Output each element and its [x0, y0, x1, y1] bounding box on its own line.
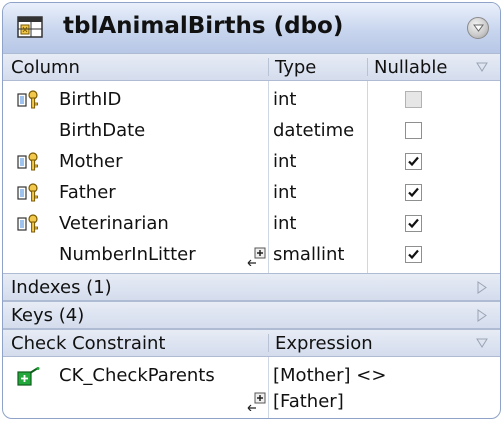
column-type[interactable]: int	[273, 182, 296, 203]
type-header-label: Type	[275, 57, 317, 78]
title-bar: tblAnimalBirths (dbo)	[3, 3, 500, 54]
collapse-triangle-icon[interactable]	[476, 62, 488, 72]
keys-label: Keys (4)	[11, 305, 85, 326]
check-constraint-header-label: Check Constraint	[11, 333, 166, 354]
chevron-down-icon	[473, 24, 484, 32]
collapse-button[interactable]	[467, 17, 489, 39]
key-icon	[17, 183, 39, 202]
constraint-expression-line2[interactable]: [Father]	[273, 391, 344, 412]
column-name[interactable]: Veterinarian	[59, 213, 169, 234]
column-type[interactable]: int	[273, 213, 296, 234]
table-designer-panel: tblAnimalBirths (dbo) Column Type Nullab…	[2, 2, 501, 419]
column-name[interactable]: BirthDate	[59, 120, 145, 141]
table-title: tblAnimalBirths (dbo)	[63, 13, 344, 39]
column-row[interactable]: Father int	[3, 176, 500, 207]
column-name[interactable]: NumberInLitter	[59, 244, 196, 265]
column-row[interactable]: BirthID int	[3, 83, 500, 114]
nullable-checkbox[interactable]	[405, 122, 422, 139]
column-type[interactable]: smallint	[273, 244, 344, 265]
checkmark-icon	[408, 187, 419, 198]
key-icon	[17, 152, 39, 171]
columns-header[interactable]: Column Type Nullable	[3, 53, 500, 81]
expand-triangle-icon[interactable]	[477, 309, 487, 322]
nullable-checkbox[interactable]	[405, 153, 422, 170]
header-divider	[268, 334, 269, 352]
constraint-expression-line1[interactable]: [Mother] <>	[273, 365, 386, 386]
keys-section-header[interactable]: Keys (4)	[3, 301, 500, 329]
nullable-checkbox[interactable]	[405, 246, 422, 263]
column-type[interactable]: int	[273, 89, 296, 110]
column-row[interactable]: NumberInLitter smallint	[3, 238, 500, 269]
checkmark-icon	[408, 249, 419, 260]
key-icon	[17, 90, 39, 109]
column-row[interactable]: BirthDate datetime	[3, 114, 500, 145]
key-icon	[17, 214, 39, 233]
constraint-name[interactable]: CK_CheckParents	[59, 365, 215, 386]
nullable-checkbox[interactable]	[405, 184, 422, 201]
column-type[interactable]: int	[273, 151, 296, 172]
indexes-section-header[interactable]: Indexes (1)	[3, 273, 500, 301]
collapse-triangle-icon[interactable]	[476, 338, 488, 348]
insert-row-icon[interactable]	[246, 246, 266, 266]
expression-header-label: Expression	[275, 333, 373, 354]
check-constraint-icon	[17, 367, 40, 386]
nullable-checkbox[interactable]	[405, 215, 422, 232]
insert-constraint-icon[interactable]	[246, 391, 266, 411]
nullable-checkbox	[405, 91, 422, 108]
column-name[interactable]: Father	[59, 182, 116, 203]
column-header-label: Column	[11, 57, 80, 78]
header-divider	[367, 58, 368, 76]
header-divider	[268, 58, 269, 76]
column-name[interactable]: BirthID	[59, 89, 121, 110]
column-row[interactable]: Veterinarian int	[3, 207, 500, 238]
expand-triangle-icon[interactable]	[477, 281, 487, 294]
column-type[interactable]: datetime	[273, 120, 354, 141]
column-row[interactable]: Mother int	[3, 145, 500, 176]
column-name[interactable]: Mother	[59, 151, 122, 172]
indexes-label: Indexes (1)	[11, 277, 112, 298]
nullable-header-label: Nullable	[374, 57, 448, 78]
checkmark-icon	[408, 156, 419, 167]
check-constraint-header[interactable]: Check Constraint Expression	[3, 329, 500, 357]
checkmark-icon	[408, 218, 419, 229]
table-icon	[17, 16, 43, 38]
